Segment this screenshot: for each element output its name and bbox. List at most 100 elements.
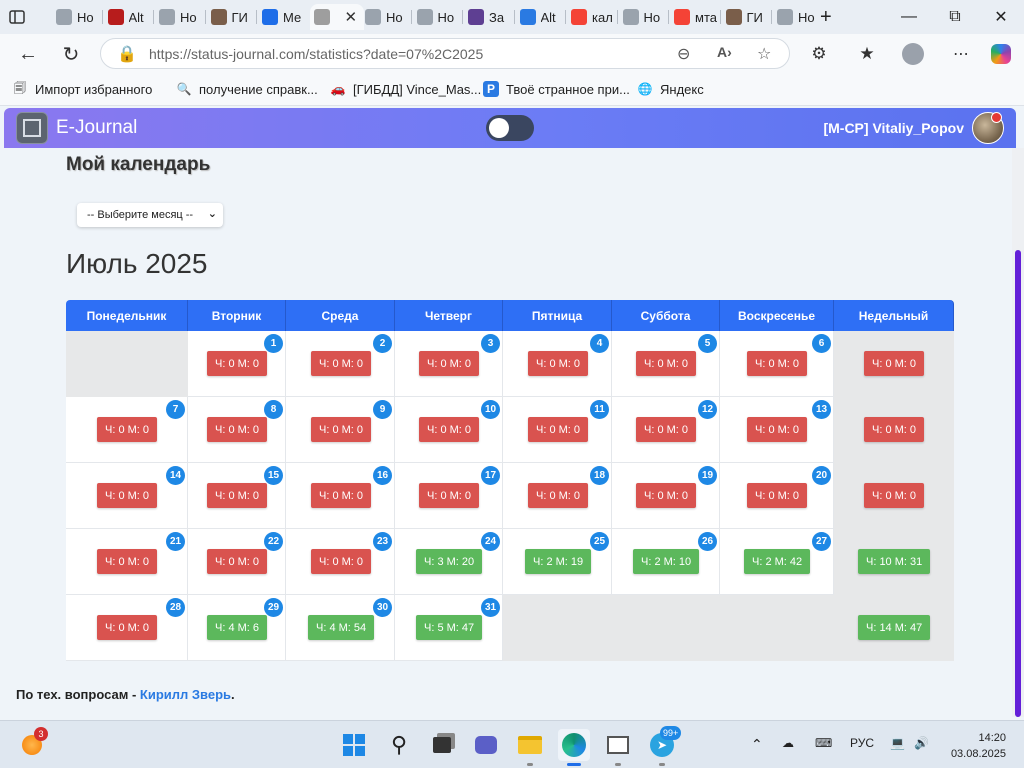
- day-time-badge: Ч: 0 М: 0: [311, 483, 372, 508]
- calendar-day[interactable]: 9 Ч: 0 М: 0: [286, 397, 395, 463]
- browser-tab[interactable]: Alt: [516, 4, 566, 30]
- calendar-day[interactable]: 30 Ч: 4 М: 54: [286, 595, 395, 661]
- close-tab-icon[interactable]: ✕: [345, 8, 358, 26]
- app-name[interactable]: E-Journal: [56, 117, 137, 139]
- more-menu-icon[interactable]: ⋯: [946, 40, 976, 68]
- keyboard-icon[interactable]: ⌨: [815, 736, 832, 750]
- calendar-day[interactable]: 31 Ч: 5 М: 47: [395, 595, 503, 661]
- reload-icon[interactable]: ↻: [56, 40, 86, 68]
- favorite-star-icon[interactable]: ☆: [757, 44, 771, 64]
- browser-tab[interactable]: ✕: [309, 4, 364, 30]
- url-text[interactable]: https://status-journal.com/statistics?da…: [149, 46, 483, 62]
- new-tab-button[interactable]: +: [820, 4, 832, 30]
- search-icon[interactable]: ⚲: [383, 729, 415, 761]
- file-explorer-icon[interactable]: [514, 729, 546, 761]
- start-icon[interactable]: [338, 729, 370, 761]
- calendar-day[interactable]: 21 Ч: 0 М: 0: [66, 529, 188, 595]
- browser-tab[interactable]: За: [464, 4, 514, 30]
- extensions-icon[interactable]: ⚙: [804, 40, 834, 68]
- browser-tab[interactable]: Alt: [104, 4, 154, 30]
- favorite-yandex[interactable]: 🌐 Яндекс: [637, 81, 704, 97]
- task-view-icon[interactable]: [426, 729, 458, 761]
- app-logo[interactable]: [16, 112, 48, 144]
- browser-tab[interactable]: Но: [413, 4, 463, 30]
- browser-tab[interactable]: Но: [773, 4, 823, 30]
- favorite-strange[interactable]: P Твоё странное при...: [483, 81, 630, 97]
- calendar-day[interactable]: 27 Ч: 2 М: 42: [720, 529, 834, 595]
- calendar-day[interactable]: 5 Ч: 0 М: 0: [612, 331, 720, 397]
- browser-tab[interactable]: Но: [619, 4, 669, 30]
- calendar-day[interactable]: 11 Ч: 0 М: 0: [503, 397, 612, 463]
- browser-tab[interactable]: ГИ: [207, 4, 257, 30]
- back-icon[interactable]: ←: [13, 40, 43, 68]
- clock[interactable]: 14:20 03.08.2025: [944, 730, 1006, 762]
- telegram-icon[interactable]: ➤ 99+: [646, 726, 682, 761]
- day-time-badge: Ч: 0 М: 0: [528, 417, 589, 442]
- browser-tab[interactable]: Но: [52, 4, 102, 30]
- minimize-icon[interactable]: —: [886, 0, 932, 34]
- browser-tab[interactable]: Ме: [258, 4, 308, 30]
- calendar-day[interactable]: 1 Ч: 0 М: 0: [188, 331, 286, 397]
- calendar-day[interactable]: 10 Ч: 0 М: 0: [395, 397, 503, 463]
- calendar-day[interactable]: 20 Ч: 0 М: 0: [720, 463, 834, 529]
- close-window-icon[interactable]: ✕: [978, 0, 1024, 34]
- tab-title: ГИ: [746, 9, 763, 25]
- user-name[interactable]: [M-CP] Vitaliy_Popov: [823, 120, 964, 136]
- chat-app-icon[interactable]: [470, 729, 502, 761]
- calendar-day[interactable]: 15 Ч: 0 М: 0: [188, 463, 286, 529]
- browser-tab[interactable]: кал: [567, 4, 617, 30]
- calendar-day[interactable]: 3 Ч: 0 М: 0: [395, 331, 503, 397]
- edge-browser-icon[interactable]: [558, 729, 590, 761]
- month-select[interactable]: -- Выберите месяц -- ⌄: [77, 203, 223, 227]
- calendar-day[interactable]: 18 Ч: 0 М: 0: [503, 463, 612, 529]
- calendar-day[interactable]: 26 Ч: 2 М: 10: [612, 529, 720, 595]
- calendar-day[interactable]: 12 Ч: 0 М: 0: [612, 397, 720, 463]
- favorite-import[interactable]: 🗐 Импорт избранного: [12, 81, 152, 97]
- support-contact-link[interactable]: Кирилл Зверь: [140, 687, 231, 702]
- calendar-day[interactable]: 2 Ч: 0 М: 0: [286, 331, 395, 397]
- browser-tab[interactable]: ГИ: [722, 4, 772, 30]
- browser-tab[interactable]: мта: [670, 4, 720, 30]
- volume-icon[interactable]: 🔊: [914, 736, 929, 750]
- tab-separator: [616, 10, 618, 24]
- calendar-day[interactable]: 16 Ч: 0 М: 0: [286, 463, 395, 529]
- calendar-day[interactable]: 23 Ч: 0 М: 0: [286, 529, 395, 595]
- browser-tab[interactable]: Но: [361, 4, 411, 30]
- restore-icon[interactable]: ⧉: [932, 0, 978, 34]
- lock-icon[interactable]: 🔒: [117, 44, 137, 64]
- calendar-day[interactable]: 19 Ч: 0 М: 0: [612, 463, 720, 529]
- calendar-day[interactable]: 13 Ч: 0 М: 0: [720, 397, 834, 463]
- profile-icon[interactable]: [898, 40, 928, 68]
- calendar-day[interactable]: 24 Ч: 3 М: 20: [395, 529, 503, 595]
- chevron-up-icon[interactable]: ⌃: [751, 736, 763, 753]
- scrollbar-thumb[interactable]: [1015, 250, 1021, 717]
- calendar-day[interactable]: 28 Ч: 0 М: 0: [66, 595, 188, 661]
- cloud-icon[interactable]: ☁: [782, 736, 794, 750]
- language-indicator[interactable]: РУС: [850, 736, 874, 750]
- calendar-day[interactable]: 17 Ч: 0 М: 0: [395, 463, 503, 529]
- calendar-day[interactable]: 6 Ч: 0 М: 0: [720, 331, 834, 397]
- calendar-day[interactable]: 14 Ч: 0 М: 0: [66, 463, 188, 529]
- address-bar[interactable]: 🔒 https://status-journal.com/statistics?…: [100, 38, 790, 69]
- browser-tab[interactable]: Но: [155, 4, 205, 30]
- calendar-day[interactable]: 29 Ч: 4 М: 6: [188, 595, 286, 661]
- favorite-gibdd[interactable]: 🚗 [ГИБДД] Vince_Mas...: [330, 81, 482, 97]
- read-aloud-icon[interactable]: A›: [717, 44, 732, 60]
- monitor-icon[interactable]: 💻: [890, 736, 905, 750]
- day-time-badge: Ч: 0 М: 0: [207, 417, 268, 442]
- widgets-icon[interactable]: 3: [16, 727, 48, 761]
- copilot-icon[interactable]: [986, 40, 1016, 68]
- app-window-icon[interactable]: [602, 729, 634, 761]
- calendar-day[interactable]: 7 Ч: 0 М: 0: [66, 397, 188, 463]
- calendar-day[interactable]: 8 Ч: 0 М: 0: [188, 397, 286, 463]
- tab-title: Но: [437, 9, 455, 25]
- calendar-day[interactable]: 22 Ч: 0 М: 0: [188, 529, 286, 595]
- day-number: 22: [264, 532, 283, 551]
- favorite-spravka[interactable]: 🔍 получение справк...: [176, 81, 318, 97]
- theme-toggle[interactable]: [486, 115, 534, 141]
- zoom-icon[interactable]: ⊖: [677, 44, 690, 64]
- sidebar-toggle-icon[interactable]: [8, 4, 26, 30]
- calendar-day[interactable]: 4 Ч: 0 М: 0: [503, 331, 612, 397]
- calendar-day[interactable]: 25 Ч: 2 М: 19: [503, 529, 612, 595]
- favorites-icon[interactable]: ★: [852, 40, 882, 68]
